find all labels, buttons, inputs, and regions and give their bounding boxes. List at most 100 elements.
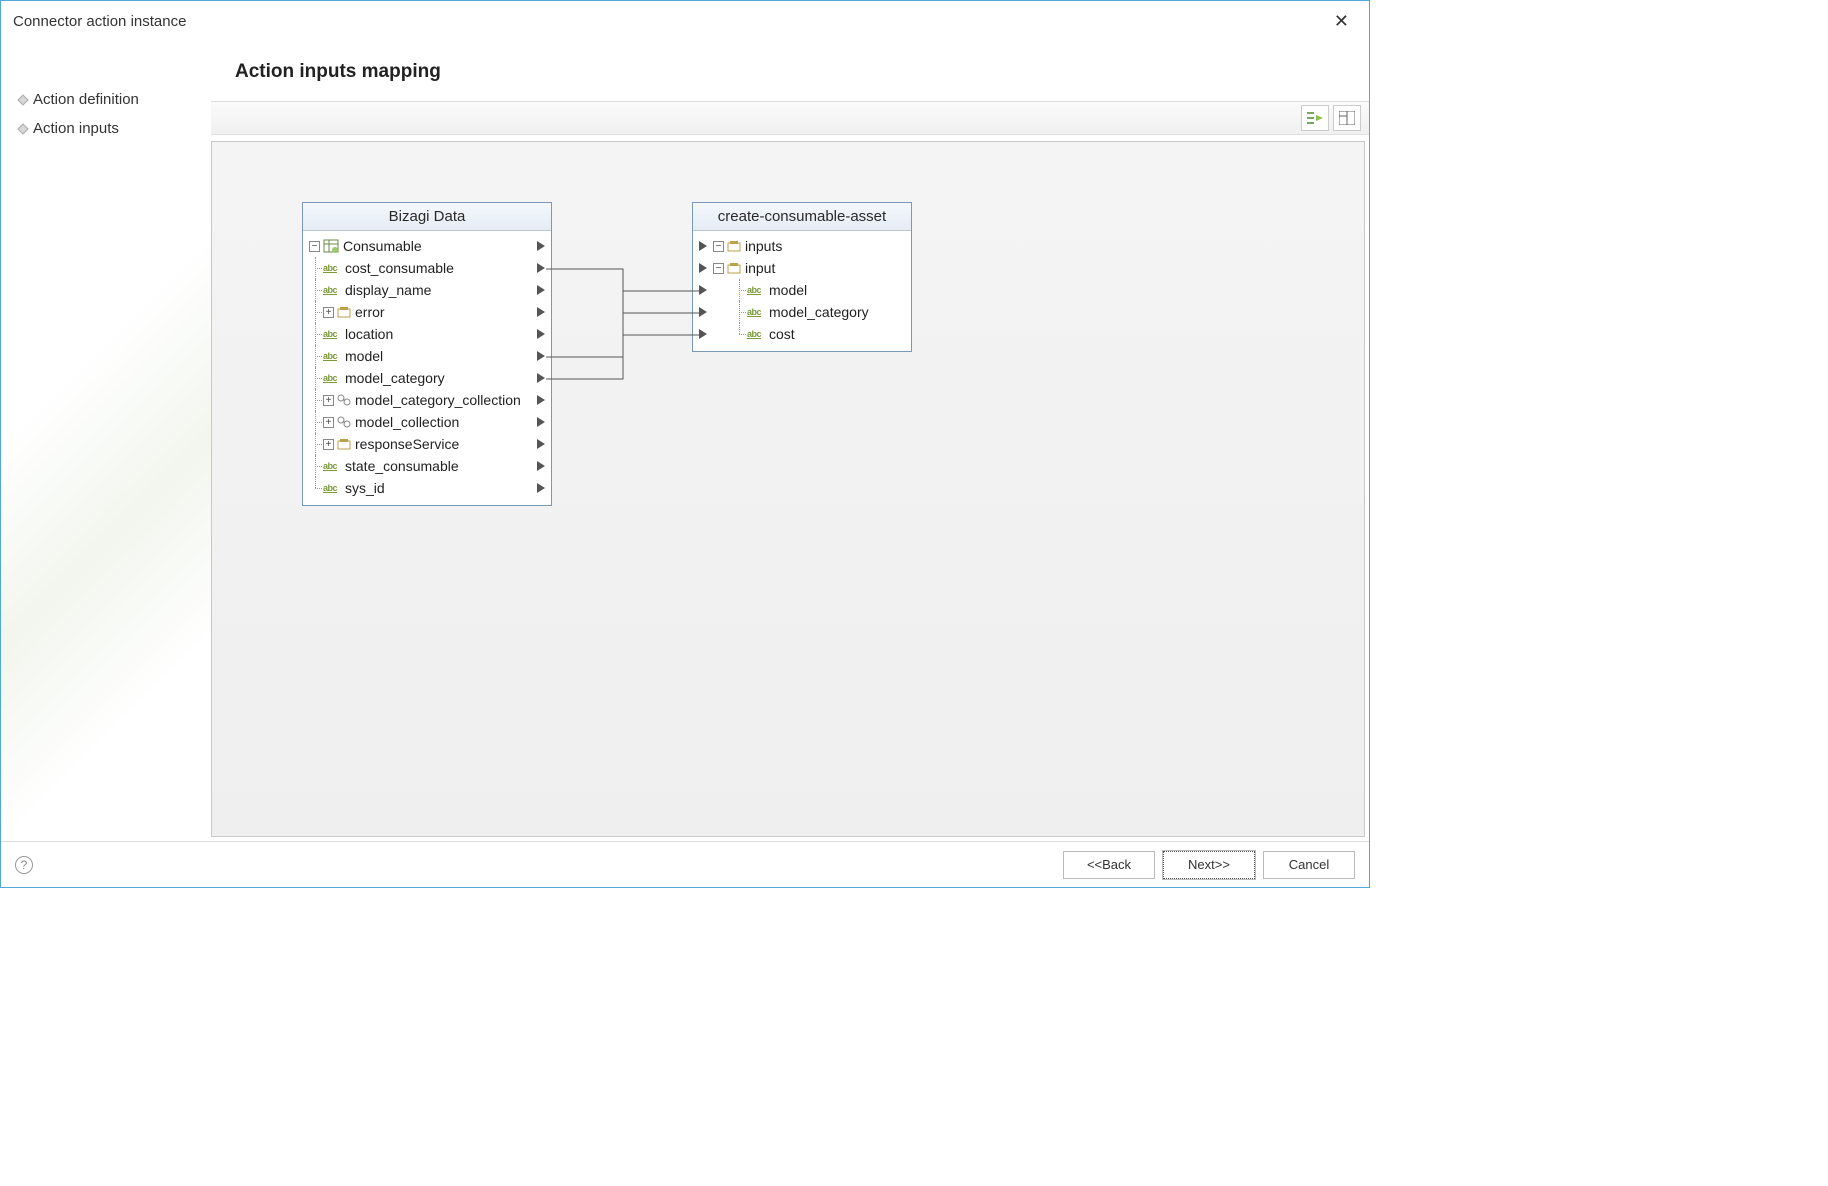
next-button[interactable]: Next>> [1163,851,1255,879]
string-icon: abc [323,351,341,361]
output-port[interactable] [537,351,545,361]
help-icon[interactable]: ? [15,856,33,874]
diamond-icon [17,123,28,134]
close-icon[interactable]: ✕ [1326,7,1357,36]
row-label: location [345,326,531,342]
tree-row[interactable]: abc location [309,323,545,345]
source-panel-title: Bizagi Data [303,203,551,231]
expand-icon[interactable]: + [323,395,334,406]
input-port[interactable] [699,285,707,295]
row-label: display_name [345,282,531,298]
tree-row[interactable]: + model_collection [309,411,545,433]
page-header: Action inputs mapping [211,41,1369,101]
tree-row[interactable]: + responseService [309,433,545,455]
row-label: model_collection [355,414,531,430]
cancel-button[interactable]: Cancel [1263,851,1355,879]
input-port[interactable] [699,263,707,273]
dialog-footer: ? <<Back Next>> Cancel [1,841,1369,887]
mapping-canvas[interactable]: Bizagi Data − Consumable [211,141,1365,837]
output-port[interactable] [537,307,545,317]
input-port[interactable] [699,329,707,339]
collection-icon [337,394,351,406]
page-title: Action inputs mapping [235,61,1345,83]
row-label: responseService [355,436,531,452]
string-icon: abc [323,483,341,493]
collapse-icon[interactable]: − [309,241,320,252]
string-icon: abc [747,329,765,339]
tree-row[interactable]: abc sys_id [309,477,545,499]
tree-row[interactable]: abc cost [699,323,905,345]
box-icon [727,262,741,274]
tree-row[interactable]: abc model_category [309,367,545,389]
expand-icon[interactable]: + [323,307,334,318]
tree-row[interactable]: + error [309,301,545,323]
mapping-toolbar [211,101,1369,135]
box-icon [727,240,741,252]
sidebar-item-label: Action definition [33,91,139,108]
string-icon: abc [323,329,341,339]
output-port[interactable] [537,439,545,449]
wizard-sidebar: Action definition Action inputs [1,41,211,841]
expand-icon[interactable]: + [323,439,334,450]
row-label: model [769,282,905,298]
auto-map-button[interactable] [1301,105,1329,131]
entity-icon [323,239,339,253]
tree-row-root[interactable]: − Consumable [309,235,545,257]
tree-row-root[interactable]: − inputs [699,235,905,257]
window-title: Connector action instance [13,13,1326,30]
output-port[interactable] [537,417,545,427]
row-label: state_consumable [345,458,531,474]
row-label: inputs [745,238,905,254]
string-icon: abc [323,285,341,295]
collapse-icon[interactable]: − [713,241,724,252]
output-port[interactable] [537,263,545,273]
titlebar: Connector action instance ✕ [1,1,1369,41]
output-port[interactable] [537,329,545,339]
target-panel[interactable]: create-consumable-asset − inputs [692,202,912,352]
diamond-icon [17,94,28,105]
target-panel-body: − inputs − [693,231,911,351]
layout-icon [1339,111,1355,125]
collapse-icon[interactable]: − [713,263,724,274]
row-label: cost [769,326,905,342]
source-panel[interactable]: Bizagi Data − Consumable [302,202,552,506]
tree-row[interactable]: abc model [699,279,905,301]
string-icon: abc [323,373,341,383]
tree-row[interactable]: + model_category_collection [309,389,545,411]
row-label: sys_id [345,480,531,496]
row-label: error [355,304,531,320]
tree-row[interactable]: abc model_category [699,301,905,323]
target-panel-title: create-consumable-asset [693,203,911,231]
output-port[interactable] [537,483,545,493]
string-icon: abc [323,263,341,273]
box-icon [337,438,351,450]
automap-icon [1306,111,1324,125]
row-label: cost_consumable [345,260,531,276]
row-label: model_category [769,304,905,320]
output-port[interactable] [537,373,545,383]
tree-row[interactable]: abc display_name [309,279,545,301]
input-port[interactable] [699,307,707,317]
row-label: model [345,348,531,364]
tree-row[interactable]: abc cost_consumable [309,257,545,279]
output-port[interactable] [537,461,545,471]
canvas-wrap: Bizagi Data − Consumable [211,135,1369,841]
string-icon: abc [747,285,765,295]
output-port[interactable] [537,395,545,405]
row-label: input [745,260,905,276]
output-port[interactable] [537,241,545,251]
input-port[interactable] [699,241,707,251]
main-area: Action inputs mapping [211,41,1369,841]
dialog-body: Action definition Action inputs Action i… [1,41,1369,841]
output-port[interactable] [537,285,545,295]
row-label: model_category [345,370,531,386]
sidebar-item-action-inputs[interactable]: Action inputs [19,114,203,143]
row-label: Consumable [343,238,531,254]
back-button[interactable]: <<Back [1063,851,1155,879]
expand-icon[interactable]: + [323,417,334,428]
sidebar-item-action-definition[interactable]: Action definition [19,85,203,114]
tree-row[interactable]: abc model [309,345,545,367]
tree-row[interactable]: abc state_consumable [309,455,545,477]
tree-row[interactable]: − input [699,257,905,279]
layout-button[interactable] [1333,105,1361,131]
